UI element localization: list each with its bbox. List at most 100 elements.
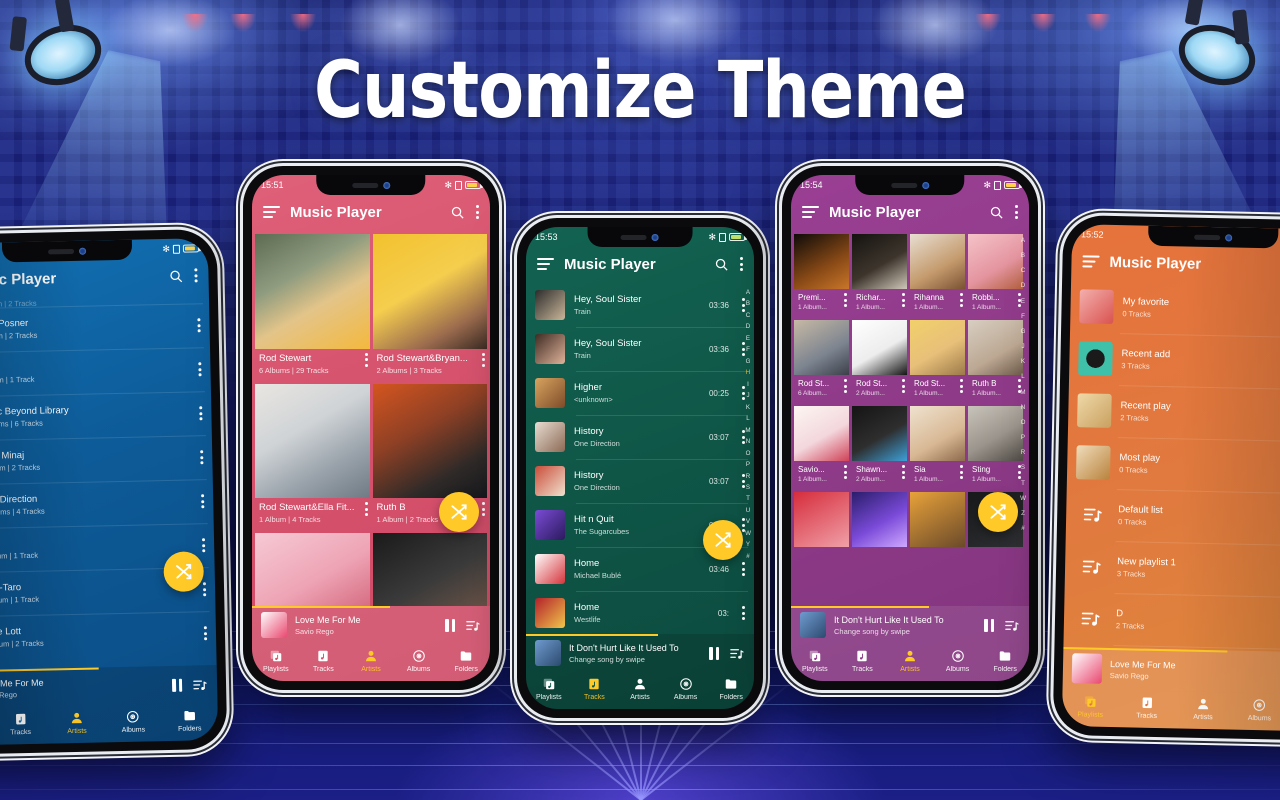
nav-tab-tracks[interactable]: Tracks xyxy=(572,677,618,701)
artist-card[interactable]: Sia 1 Album... xyxy=(910,406,965,489)
search-icon[interactable] xyxy=(448,203,466,221)
pause-icon[interactable] xyxy=(171,678,183,692)
alpha-index-letter[interactable]: L xyxy=(1021,373,1024,380)
alpha-index-letter[interactable]: A xyxy=(1021,237,1025,244)
alpha-index-letter[interactable]: P xyxy=(746,461,750,468)
alpha-index-letter[interactable]: E xyxy=(746,335,750,342)
overflow-menu-icon[interactable] xyxy=(364,352,368,367)
overflow-menu-icon[interactable] xyxy=(197,318,201,333)
list-item[interactable]: My favorite 0 Tracks xyxy=(1070,280,1280,338)
nav-tab-albums[interactable]: Albums xyxy=(1231,698,1280,723)
now-playing-bar[interactable]: It Don't Hurt Like It Used To Change son… xyxy=(791,606,1029,644)
list-item[interactable]: Most play 0 Tracks xyxy=(1067,436,1280,494)
alpha-index-letter[interactable]: Y xyxy=(746,541,750,548)
nav-tab-albums[interactable]: Albums xyxy=(395,649,443,673)
hamburger-menu-icon[interactable] xyxy=(537,257,554,271)
pause-icon[interactable] xyxy=(709,646,719,660)
alpha-index-letter[interactable]: V xyxy=(746,518,750,525)
list-item[interactable]: Nicki Minaj1 Album | 2 Tracks xyxy=(0,435,213,485)
nav-tab-tracks[interactable]: Tracks xyxy=(1118,695,1175,720)
list-item[interactable]: Hey, Soul Sister Train 03:36 xyxy=(526,283,754,327)
nav-tab-folders[interactable]: Folders xyxy=(981,649,1029,673)
list-item[interactable]: Mike Posner1 Album | 2 Tracks xyxy=(0,303,210,353)
alphabet-index-scrollbar[interactable]: A B C D E F G H I J K L M N O P R S T U V W Y # xyxy=(743,289,753,560)
bottom-navigation[interactable]: Playlists Tracks Artists Albums Folders xyxy=(252,644,490,681)
artist-card[interactable]: Premi... 1 Album... xyxy=(794,234,849,317)
bottom-navigation[interactable]: Playlists Tracks Artists Albums Folders xyxy=(791,644,1029,681)
list-item[interactable]: D2 Tracks xyxy=(1063,592,1280,650)
overflow-menu-icon[interactable] xyxy=(203,626,208,641)
artist-card[interactable]: Rod St... 2 Album... xyxy=(852,320,907,403)
nav-tab-tracks[interactable]: Tracks xyxy=(0,712,49,737)
list-item[interactable]: History One Direction 03:07 xyxy=(526,459,754,503)
playlist-queue-icon[interactable] xyxy=(190,675,208,693)
list-item[interactable]: Music Beyond Library6 Albums | 6 Tracks xyxy=(0,391,212,441)
alpha-index-letter[interactable]: L xyxy=(746,415,749,422)
artist-card[interactable]: Richar... 1 Album... xyxy=(852,234,907,317)
now-playing-bar[interactable]: Love Me For Me Savio Rego xyxy=(252,606,490,644)
overflow-menu-icon[interactable] xyxy=(740,257,743,271)
now-playing-bar[interactable]: Love Me For Me Savio Rego xyxy=(0,665,218,709)
overflow-menu-icon[interactable] xyxy=(960,379,963,393)
alpha-index-letter[interactable]: J xyxy=(746,392,749,399)
list-item[interactable]: New playlist 13 Tracks xyxy=(1065,540,1280,598)
alpha-index-letter[interactable]: R xyxy=(746,473,750,480)
overflow-menu-icon[interactable] xyxy=(960,465,963,479)
artist-grid[interactable]: Rod Stewart 6 Albums | 29 Tracks Rod Stew… xyxy=(252,231,490,606)
nav-tab-playlists[interactable]: Playlists xyxy=(791,649,839,673)
artist-card[interactable]: Shawn... 2 Album... xyxy=(852,406,907,489)
artist-card[interactable]: Rod Stewart 6 Albums | 29 Tracks xyxy=(255,234,370,381)
artist-card[interactable]: Robbi... 1 Album... xyxy=(968,234,1023,317)
overflow-menu-icon[interactable] xyxy=(902,379,905,393)
artist-list[interactable]: 1 Album | 2 Tracks Mike Posner1 Album | … xyxy=(0,294,217,671)
alpha-index-letter[interactable]: P xyxy=(1021,434,1025,441)
hamburger-menu-icon[interactable] xyxy=(263,205,280,219)
nav-tab-tracks[interactable]: Tracks xyxy=(300,649,348,673)
list-item[interactable]: One Direction2 Albums | 4 Tracks xyxy=(0,479,214,529)
nav-tab-albums[interactable]: Albums xyxy=(105,709,162,734)
list-item[interactable]: Recent play 2 Tracks xyxy=(1068,384,1280,442)
alpha-index-letter[interactable]: B xyxy=(1021,252,1025,259)
alpha-index-letter[interactable]: M xyxy=(745,427,750,434)
artist-card[interactable]: Savio... 1 Album... xyxy=(794,406,849,489)
alpha-index-letter[interactable]: F xyxy=(746,346,750,353)
overflow-menu-icon[interactable] xyxy=(742,562,745,576)
artist-card[interactable]: Rod St... 6 Album... xyxy=(794,320,849,403)
search-icon[interactable] xyxy=(166,267,184,285)
nav-tab-albums[interactable]: Albums xyxy=(934,649,982,673)
bottom-navigation[interactable]: Playlists Tracks Artists Albums Folders xyxy=(1061,689,1280,732)
nav-tab-artists[interactable]: Artists xyxy=(1175,696,1232,721)
list-item[interactable]: Default list 0 Tracks xyxy=(1066,488,1280,546)
nav-tab-folders[interactable]: Folders xyxy=(161,708,218,733)
overflow-menu-icon[interactable] xyxy=(202,582,207,597)
overflow-menu-icon[interactable] xyxy=(902,465,905,479)
alpha-index-letter[interactable]: G xyxy=(746,358,751,365)
artist-card[interactable]: Rod St... 1 Album... xyxy=(910,320,965,403)
artist-card[interactable]: Ruth B 1 Album... xyxy=(968,320,1023,403)
alpha-index-letter[interactable]: O xyxy=(1021,419,1026,426)
alpha-index-letter[interactable]: Z xyxy=(1021,510,1025,517)
artist-card[interactable] xyxy=(852,492,907,547)
overflow-menu-icon[interactable] xyxy=(482,502,485,516)
nav-tab-artists[interactable]: Artists xyxy=(617,677,663,701)
alpha-index-letter[interactable]: T xyxy=(1021,480,1025,487)
list-item[interactable]: Higher <unknown> 00:25 xyxy=(526,371,754,415)
overflow-menu-icon[interactable] xyxy=(194,268,198,283)
list-item[interactable]: Home Westlife 03: xyxy=(526,591,754,634)
hamburger-menu-icon[interactable] xyxy=(1082,255,1100,268)
search-icon[interactable] xyxy=(987,203,1005,221)
nav-tab-artists[interactable]: Artists xyxy=(347,649,395,673)
hamburger-menu-icon[interactable] xyxy=(802,205,819,219)
alpha-index-letter[interactable]: W xyxy=(1020,495,1026,502)
alpha-index-letter[interactable]: A xyxy=(746,289,750,296)
alpha-index-letter[interactable]: D xyxy=(746,323,750,330)
nav-tab-folders[interactable]: Folders xyxy=(708,677,754,701)
playlist-list[interactable]: My favorite 0 Tracks Recent add 3 Tracks R… xyxy=(1063,280,1280,653)
alpha-index-letter[interactable]: G xyxy=(1021,328,1026,335)
alphabet-index-scrollbar[interactable]: A B C D E F G J K L M N O P R S T W Z # xyxy=(1018,237,1028,532)
alpha-index-letter[interactable]: B xyxy=(746,300,750,307)
overflow-menu-icon[interactable] xyxy=(482,352,485,367)
artist-card[interactable]: Rihanna 1 Album... xyxy=(910,234,965,317)
bottom-navigation[interactable]: Playlists Tracks Artists Albums Folders xyxy=(0,703,219,746)
alpha-index-letter[interactable]: # xyxy=(1021,525,1024,532)
